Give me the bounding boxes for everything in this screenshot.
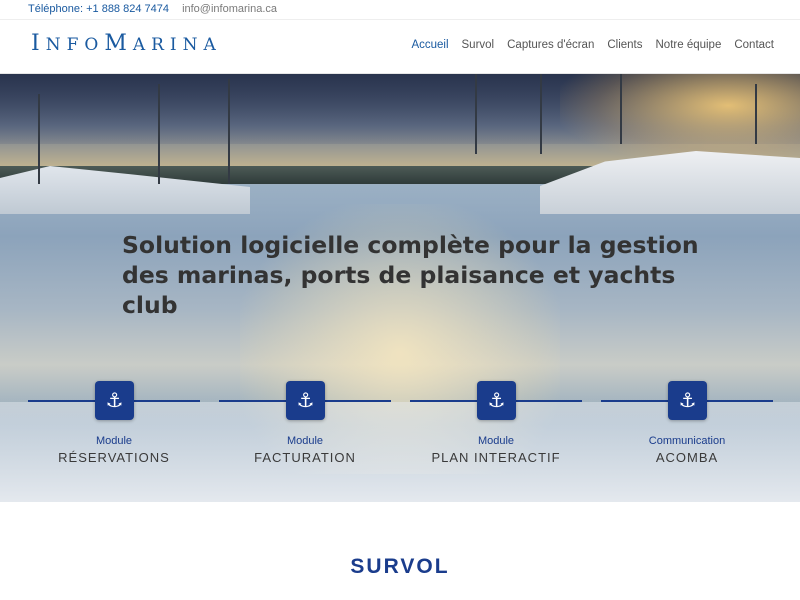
nav-captures[interactable]: Captures d'écran: [507, 39, 594, 51]
module-reservations[interactable]: ⚓ Module RÉSERVATIONS: [28, 380, 200, 470]
email-link[interactable]: info@infomarina.ca: [182, 3, 277, 15]
boat-mast: [755, 84, 757, 144]
nav-contact[interactable]: Contact: [734, 39, 774, 51]
nav-clients[interactable]: Clients: [607, 39, 642, 51]
module-facturation[interactable]: ⚓ Module FACTURATION: [219, 380, 391, 470]
nav-survol[interactable]: Survol: [462, 39, 495, 51]
contact-bar: Téléphone: +1 888 824 7474 info@infomari…: [0, 0, 800, 20]
anchor-icon[interactable]: ⚓: [668, 381, 707, 420]
module-plan-interactif[interactable]: ⚓ Module PLAN INTERACTIF: [410, 380, 582, 470]
hero-headline: Solution logicielle complète pour la ges…: [122, 231, 699, 319]
anchor-icon[interactable]: ⚓: [286, 381, 325, 420]
crane-mast: [475, 74, 477, 154]
boat-mast: [620, 74, 622, 144]
site-header: INFOMARINA Accueil Survol Captures d'écr…: [0, 20, 800, 74]
anchor-icon[interactable]: ⚓: [477, 381, 516, 420]
crane-mast: [540, 74, 542, 154]
nav-equipe[interactable]: Notre équipe: [656, 39, 722, 51]
hero-banner: Solution logicielle complète pour la ges…: [0, 74, 800, 502]
boat-mast: [158, 84, 160, 184]
anchor-icon[interactable]: ⚓: [95, 381, 134, 420]
phone-text[interactable]: Téléphone: +1 888 824 7474: [28, 3, 169, 15]
main-nav: Accueil Survol Captures d'écran Clients …: [411, 39, 774, 51]
section-title: SURVOL: [350, 555, 450, 578]
infomarina-logo[interactable]: INFOMARINA: [31, 31, 222, 56]
boat-mast: [228, 79, 230, 184]
sunset-glow: [560, 74, 800, 164]
nav-accueil[interactable]: Accueil: [411, 39, 448, 51]
boat-mast: [38, 94, 40, 184]
module-acomba[interactable]: ⚓ Communication ACOMBA: [601, 380, 773, 470]
